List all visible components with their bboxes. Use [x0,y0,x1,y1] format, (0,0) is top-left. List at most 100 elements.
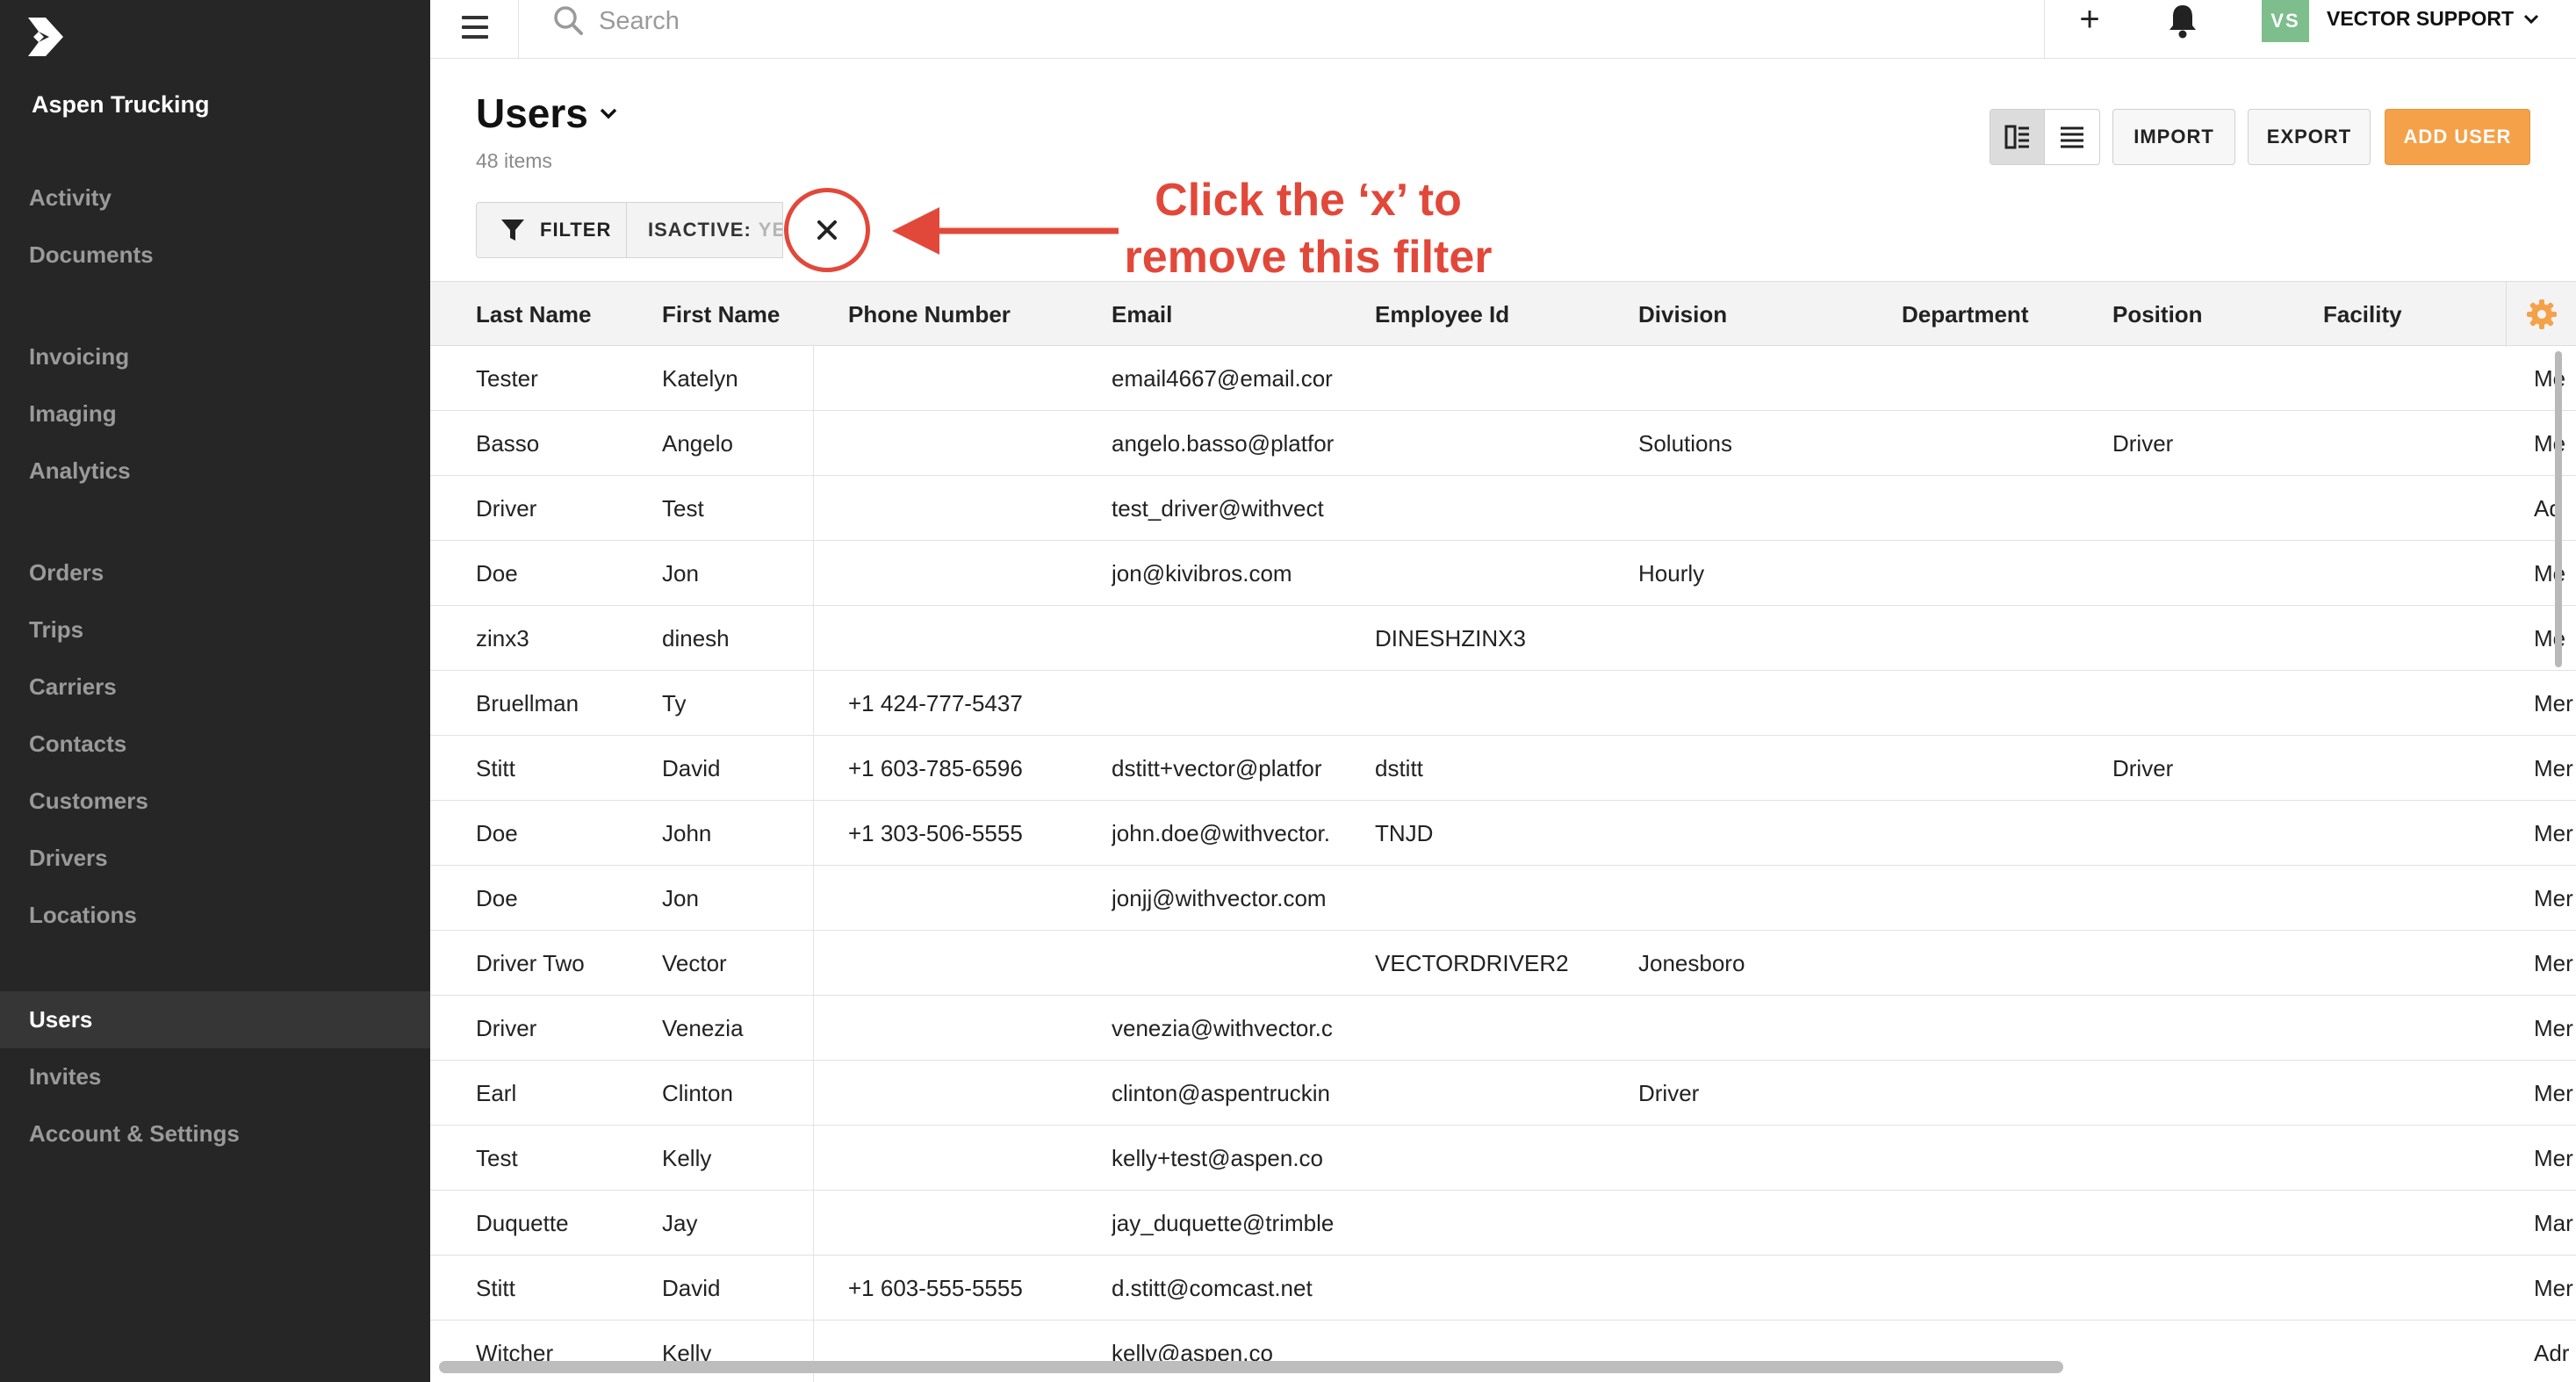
cell-phone-number [848,866,1103,931]
nav-activity[interactable]: Activity [0,169,430,227]
nav-drivers[interactable]: Drivers [0,830,430,887]
nav-imaging[interactable]: Imaging [0,385,430,443]
cell-facility [2323,476,2499,541]
table-row[interactable]: Bruellman Ty +1 424-777-5437 Mer [430,671,2576,736]
cell-role: Mer [2534,885,2573,911]
cell-role: Mar [2534,1210,2573,1236]
column-header-last-name[interactable]: Last Name [476,282,592,347]
export-button[interactable]: EXPORT [2248,109,2371,165]
cell-email [1112,606,1366,671]
column-header-email[interactable]: Email [1112,282,1172,347]
table-row[interactable]: Basso Angelo angelo.basso@platfor Solutions… [430,411,2576,476]
cell-email: jonjj@withvector.com [1112,885,1327,911]
cell-division [1638,866,1893,931]
nav-account-settings[interactable]: Account & Settings [0,1105,430,1162]
import-button[interactable]: IMPORT [2112,109,2235,165]
cell-phone-number: +1 603-555-5555 [848,1275,1023,1301]
table-row[interactable]: Driver Venezia venezia@withvector.c Mer [430,996,2576,1061]
nav-invites[interactable]: Invites [0,1048,430,1105]
nav-trips[interactable]: Trips [0,601,430,659]
cell-position [2112,801,2314,866]
nav-group-activity: Activity Documents [0,169,430,284]
table-row[interactable]: Doe Jon jon@kivibros.com Hourly Me [430,541,2576,606]
cell-last-name: Tester [476,365,538,392]
cell-position [2112,1191,2314,1256]
cell-phone-number [848,411,1103,476]
filter-button[interactable]: FILTER [476,202,627,258]
table-row[interactable]: zinx3 dinesh DINESHZINX3 Me [430,606,2576,671]
cell-role: Mer [2534,690,2573,716]
cell-division: Solutions [1638,430,1732,457]
cell-employee-id [1375,996,1630,1061]
plus-icon[interactable]: + [2070,2,2109,40]
vertical-scrollbar[interactable] [2555,351,2562,667]
nav-analytics[interactable]: Analytics [0,443,430,500]
table-row[interactable]: Driver Test test_driver@withvect Ad [430,476,2576,541]
filter-chip-key: ISACTIVE: [648,219,752,241]
table-row[interactable]: Driver Two Vector VECTORDRIVER2 Jonesboro Me… [430,931,2576,996]
column-settings-button[interactable] [2506,282,2576,347]
nav-carriers[interactable]: Carriers [0,659,430,716]
cell-department [1902,801,2104,866]
nav-locations[interactable]: Locations [0,887,430,944]
cell-division [1638,606,1893,671]
table-row[interactable]: Doe John +1 303-506-5555 john.doe@withvecto… [430,801,2576,866]
horizontal-scrollbar[interactable] [439,1361,2063,1373]
user-menu[interactable]: VECTOR SUPPORT [2327,7,2540,31]
table-row[interactable]: Stitt David +1 603-785-6596 dstitt+vector@p… [430,736,2576,801]
nav-customers[interactable]: Customers [0,773,430,830]
cell-division [1638,1191,1893,1256]
funnel-icon [501,220,524,241]
view-toggle [1990,109,2100,165]
table-row[interactable]: Doe Jon jonjj@withvector.com Mer [430,866,2576,931]
cell-department [1902,1126,2104,1191]
cell-phone-number: +1 603-785-6596 [848,755,1023,781]
cell-employee-id [1375,411,1630,476]
add-user-button[interactable]: ADD USER [2385,109,2530,165]
column-header-facility[interactable]: Facility [2323,282,2402,347]
cell-employee-id [1375,1061,1630,1126]
cell-facility [2323,1126,2499,1191]
cell-department [1902,866,2104,931]
filter-chip-remove-button[interactable] [784,188,870,272]
table-row[interactable]: Earl Clinton clinton@aspentruckin Driver Mer [430,1061,2576,1126]
nav-group-admin: Users Invites Account & Settings [0,991,430,1162]
avatar[interactable]: VS [2262,0,2309,42]
bell-icon[interactable] [2165,2,2200,40]
table-row[interactable]: Duquette Jay jay_duquette@trimble Mar [430,1191,2576,1256]
column-header-first-name[interactable]: First Name [662,282,780,347]
vector-logo-icon[interactable] [26,16,68,58]
table-row[interactable]: Tester Katelyn email4667@email.cor Me [430,346,2576,411]
column-header-phone-number[interactable]: Phone Number [848,282,1011,347]
column-header-division[interactable]: Division [1638,282,1727,347]
cell-facility [2323,541,2499,606]
list-view-button[interactable] [2045,110,2099,164]
nav-orders[interactable]: Orders [0,544,430,601]
nav-documents[interactable]: Documents [0,227,430,284]
cell-position: Driver [2112,430,2174,457]
search-input[interactable] [599,2,1740,40]
nav-users[interactable]: Users [0,991,430,1048]
cell-employee-id [1375,541,1630,606]
cell-role: Mer [2534,820,2573,846]
page-title[interactable]: Users [476,90,618,137]
cell-email: john.doe@withvector. [1112,820,1330,846]
nav-contacts[interactable]: Contacts [0,716,430,773]
cell-facility [2323,1191,2499,1256]
split-view-button[interactable] [1990,110,2046,164]
cell-position [2112,1321,2314,1382]
cell-first-name: Vector [662,950,727,976]
filter-chip-isactive[interactable]: ISACTIVE: YES [627,202,783,258]
column-header-employee-id[interactable]: Employee Id [1375,282,1509,347]
hamburger-menu-icon[interactable] [457,9,495,47]
cell-position [2112,541,2314,606]
nav-invoicing[interactable]: Invoicing [0,328,430,385]
cell-position [2112,606,2314,671]
table-row[interactable]: Test Kelly kelly+test@aspen.co Mer [430,1126,2576,1191]
cell-position [2112,996,2314,1061]
cell-position [2112,1126,2314,1191]
cell-last-name: Duquette [476,1210,569,1236]
table-row[interactable]: Stitt David +1 603-555-5555 d.stitt@comcast… [430,1256,2576,1321]
column-header-department[interactable]: Department [1902,282,2028,347]
column-header-position[interactable]: Position [2112,282,2203,347]
